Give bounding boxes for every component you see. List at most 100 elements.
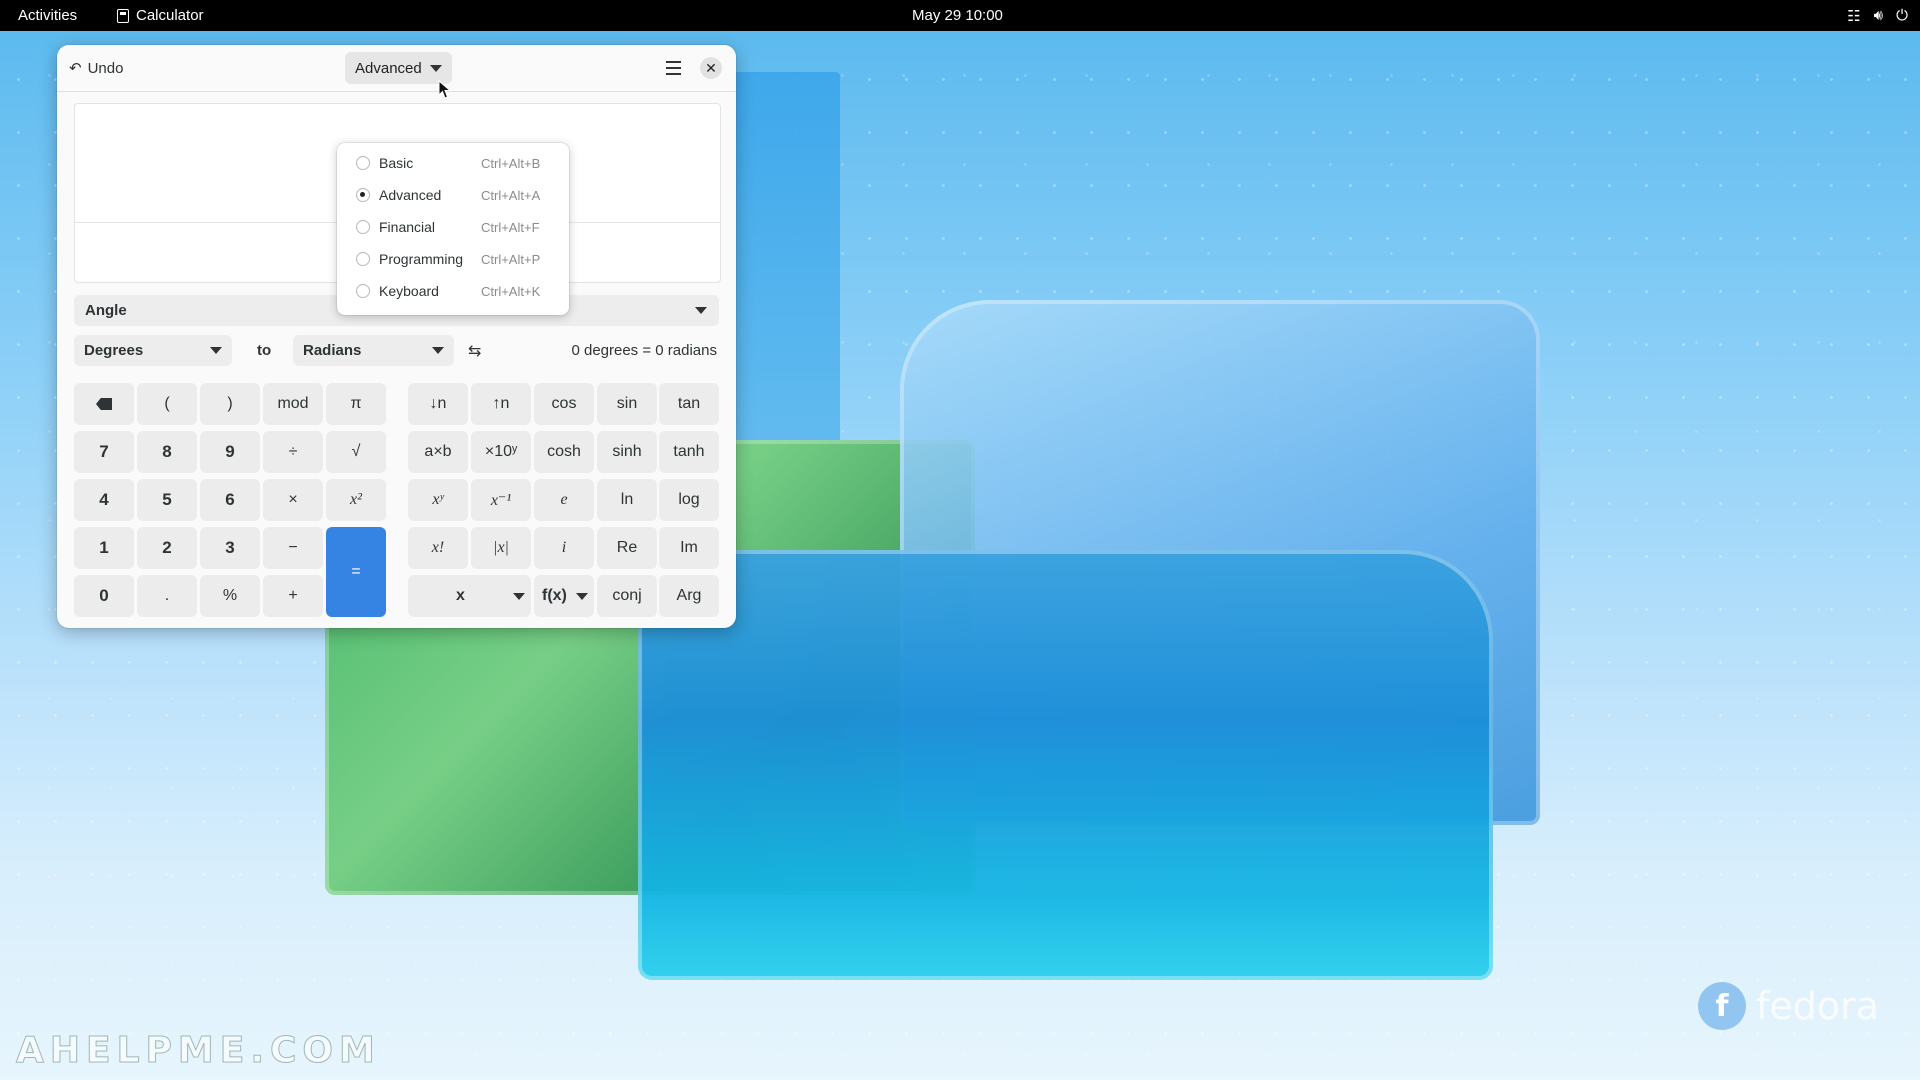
chevron-down-icon <box>513 592 525 600</box>
close-icon: ✕ <box>705 59 717 76</box>
function-dropdown[interactable]: f(x) <box>534 575 594 617</box>
top-bar: Activities Calculator May 29 10:00 ☷ 🔊︎ … <box>0 0 1920 31</box>
undo-button[interactable]: ↶ Undo <box>69 55 123 81</box>
digit-6-button[interactable]: 6 <box>200 479 260 521</box>
radio-selected-icon <box>356 188 370 202</box>
euler-button[interactable]: e <box>534 479 594 521</box>
backspace-button[interactable] <box>74 383 134 425</box>
digit-2-button[interactable]: 2 <box>137 527 197 569</box>
square-button[interactable]: x² <box>326 479 386 521</box>
digit-8-button[interactable]: 8 <box>137 431 197 473</box>
mode-menu-popover: Basic Ctrl+Alt+B Advanced Ctrl+Alt+A Fin… <box>337 143 569 315</box>
digit-9-button[interactable]: 9 <box>200 431 260 473</box>
inverse-button[interactable]: x⁻¹ <box>471 479 531 521</box>
close-paren-button[interactable]: ) <box>200 383 260 425</box>
digit-0-button[interactable]: 0 <box>74 575 134 617</box>
backspace-icon <box>96 398 112 410</box>
chevron-down-icon <box>576 592 588 600</box>
multiply-button-axb[interactable]: a×b <box>408 431 468 473</box>
divide-button[interactable]: ÷ <box>263 431 323 473</box>
mode-option-advanced[interactable]: Advanced Ctrl+Alt+A <box>337 179 569 211</box>
chevron-down-icon <box>432 347 444 354</box>
absolute-value-button[interactable]: |x| <box>471 527 531 569</box>
undo-label: Undo <box>87 59 124 77</box>
mode-option-programming[interactable]: Programming Ctrl+Alt+P <box>337 243 569 275</box>
mod-button[interactable]: mod <box>263 383 323 425</box>
mode-label: Advanced <box>355 59 422 77</box>
sin-button[interactable]: sin <box>597 383 657 425</box>
watermark: AHELPME.COM <box>16 1030 381 1072</box>
imaginary-part-button[interactable]: Im <box>659 527 719 569</box>
digit-1-button[interactable]: 1 <box>74 527 134 569</box>
subscript-button[interactable]: ↓n <box>408 383 468 425</box>
variable-label: x <box>456 587 465 604</box>
digit-5-button[interactable]: 5 <box>137 479 197 521</box>
radio-icon <box>356 284 370 298</box>
from-unit-label: Degrees <box>84 342 144 359</box>
power-icon: ⏻ <box>1896 7 1908 24</box>
chevron-down-icon <box>695 307 707 314</box>
app-name: Calculator <box>136 7 204 24</box>
power-button[interactable]: xʸ <box>408 479 468 521</box>
conjugate-button[interactable]: conj <box>597 575 657 617</box>
app-menu[interactable]: Calculator <box>117 7 204 24</box>
tanh-button[interactable]: tanh <box>659 431 719 473</box>
digit-3-button[interactable]: 3 <box>200 527 260 569</box>
digit-4-button[interactable]: 4 <box>74 479 134 521</box>
fedora-logo: f fedora <box>1698 982 1879 1030</box>
factorial-button[interactable]: x! <box>408 527 468 569</box>
swap-units-icon[interactable]: ⇆ <box>468 341 481 361</box>
calculator-window: ↶ Undo Advanced ✕ Angle Degrees to Radia… <box>57 45 736 628</box>
pi-button[interactable]: π <box>326 383 386 425</box>
close-button[interactable]: ✕ <box>700 57 722 79</box>
chevron-down-icon <box>429 64 442 72</box>
variable-dropdown[interactable]: x <box>408 575 531 617</box>
equals-button[interactable]: = <box>326 527 386 617</box>
radio-icon <box>356 252 370 266</box>
add-button[interactable]: + <box>263 575 323 617</box>
to-unit-dropdown[interactable]: Radians <box>293 335 454 366</box>
mode-option-keyboard[interactable]: Keyboard Ctrl+Alt+K <box>337 275 569 307</box>
clock[interactable]: May 29 10:00 <box>912 7 1003 24</box>
cosh-button[interactable]: cosh <box>534 431 594 473</box>
radio-icon <box>356 220 370 234</box>
volume-icon: 🔊︎ <box>1873 7 1884 24</box>
to-unit-label: Radians <box>303 342 362 359</box>
chevron-down-icon <box>210 347 222 354</box>
imaginary-button[interactable]: i <box>534 527 594 569</box>
mode-option-basic[interactable]: Basic Ctrl+Alt+B <box>337 147 569 179</box>
activities-button[interactable]: Activities <box>18 7 77 24</box>
unit-conversion-row: Degrees to Radians ⇆ 0 degrees = 0 radia… <box>74 335 719 366</box>
fedora-logo-icon: f <box>1698 982 1746 1030</box>
real-part-button[interactable]: Re <box>597 527 657 569</box>
ln-button[interactable]: ln <box>597 479 657 521</box>
decimal-point-button[interactable]: . <box>137 575 197 617</box>
mode-option-financial[interactable]: Financial Ctrl+Alt+F <box>337 211 569 243</box>
main-menu-button[interactable] <box>662 57 684 79</box>
header-bar: ↶ Undo Advanced ✕ <box>57 45 736 92</box>
from-unit-dropdown[interactable]: Degrees <box>74 335 232 366</box>
mode-dropdown[interactable]: Advanced <box>345 52 452 84</box>
calculator-icon <box>117 8 129 23</box>
log-button[interactable]: log <box>659 479 719 521</box>
open-paren-button[interactable]: ( <box>137 383 197 425</box>
undo-icon: ↶ <box>69 60 82 77</box>
times-ten-power-button[interactable]: ×10ʸ <box>471 431 531 473</box>
radio-icon <box>356 156 370 170</box>
cos-button[interactable]: cos <box>534 383 594 425</box>
to-label: to <box>257 342 272 359</box>
fedora-wordmark: fedora <box>1756 984 1880 1028</box>
conversion-result: 0 degrees = 0 radians <box>571 342 717 359</box>
tan-button[interactable]: tan <box>659 383 719 425</box>
mouse-pointer-icon <box>438 80 452 99</box>
subtract-button[interactable]: − <box>263 527 323 569</box>
digit-7-button[interactable]: 7 <box>74 431 134 473</box>
sinh-button[interactable]: sinh <box>597 431 657 473</box>
argument-button[interactable]: Arg <box>659 575 719 617</box>
function-label: f(x) <box>542 587 567 604</box>
superscript-button[interactable]: ↑n <box>471 383 531 425</box>
percent-button[interactable]: % <box>200 575 260 617</box>
multiply-button[interactable]: × <box>263 479 323 521</box>
system-tray[interactable]: ☷ 🔊︎ ⏻ <box>1847 7 1908 25</box>
sqrt-button[interactable]: √ <box>326 431 386 473</box>
